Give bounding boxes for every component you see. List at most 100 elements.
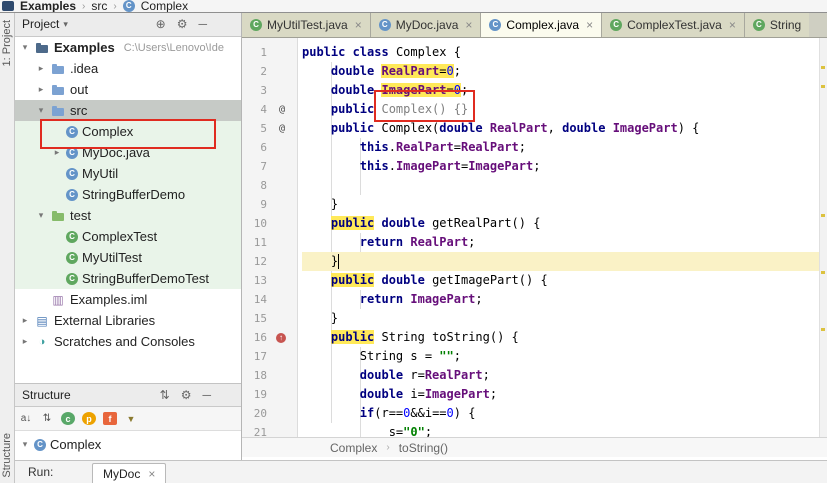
tree-item-complex[interactable]: Complex [14,121,241,142]
at-icon[interactable]: @ [272,123,292,134]
chevron-down-icon[interactable]: ▾ [20,42,30,53]
settings-gear-icon[interactable]: ⚙ [177,18,188,30]
tool-window-button-structure[interactable]: Structure [1,433,13,478]
override-icon[interactable]: ↑ [276,332,286,343]
run-tab-mydoc[interactable]: MyDoc × [92,463,167,483]
close-tab-icon[interactable]: × [465,18,472,32]
settings-gear-icon[interactable]: ⚙ [181,389,192,401]
code-line-9[interactable]: } [302,195,820,214]
tree-item-mydoc-java[interactable]: ▸ MyDoc.java [14,142,241,163]
code-line-19[interactable]: double i=ImagePart; [302,385,820,404]
code-line-6[interactable]: this.RealPart=RealPart; [302,138,820,157]
editor-tab-myutiltest-java[interactable]: MyUtilTest.java × [242,12,371,37]
editor-tab-string[interactable]: String [744,12,810,37]
code-line-16[interactable]: public String toString() { [302,328,820,347]
tree-item-idea[interactable]: ▸ .idea [14,58,241,79]
chevron-right-icon: › [82,0,86,12]
line-number: 21 [253,426,267,437]
code-line-2[interactable]: double RealPart=0; [302,62,820,81]
editor-breadcrumbs: Complex › toString() [242,437,827,457]
hide-panel-icon[interactable]: ─ [202,389,211,401]
run-tool-bar: Run: MyDoc × [14,460,827,483]
code-line-18[interactable]: double r=RealPart; [302,366,820,385]
structure-panel-content: ▾ Complex [14,431,241,460]
editor-scrollbar[interactable] [819,38,827,437]
code-line-3[interactable]: double ImagePart=0; [302,81,820,100]
chevron-right-icon[interactable]: ▸ [36,63,46,74]
text-caret [338,254,339,269]
show-fields-icon[interactable]: f [103,412,117,425]
project-panel-header: Project ▾ ⊕ ⚙ ─ [14,12,241,37]
project-panel-title[interactable]: Project [22,17,59,31]
close-tab-icon[interactable]: × [586,18,593,32]
code-line-4[interactable]: public Complex() {} [302,100,820,119]
stripe-mark [821,271,825,274]
show-classes-icon[interactable]: c [61,412,75,425]
breadcrumb-method[interactable]: toString() [399,441,448,455]
breadcrumb-item-examples[interactable]: Examples [20,0,76,12]
editor-area: MyUtilTest.java × MyDoc.java × Complex.java ×… [242,12,827,483]
tree-item-external-libraries[interactable]: ▸ External Libraries [14,310,241,331]
code-line-11[interactable]: return RealPart; [302,233,820,252]
tree-item-stringbufferdemo[interactable]: StringBufferDemo [14,184,241,205]
sort-visibility-icon[interactable]: ⇅ [40,412,54,426]
chevron-right-icon[interactable]: ▸ [52,147,62,158]
chevron-down-icon[interactable]: ▾ [20,439,30,450]
code-line-13[interactable]: public double getImagePart() { [302,271,820,290]
filter-icon[interactable]: ▼ [124,412,138,426]
breadcrumb-item-src[interactable]: src [91,0,107,12]
tree-item-examples-iml[interactable]: Examples.iml [14,289,241,310]
tree-item-myutil[interactable]: MyUtil [14,163,241,184]
tool-window-button-project[interactable]: 1: Project [1,20,13,66]
code-line-20[interactable]: if(r==0&&i==0) { [302,404,820,423]
tree-item-stringbufferdemotest[interactable]: StringBufferDemoTest [14,268,241,289]
breadcrumb-class[interactable]: Complex [330,441,377,455]
tree-item-label: ComplexTest [82,229,158,244]
structure-item-complex[interactable]: ▾ Complex [14,434,241,455]
tree-item-out[interactable]: ▸ out [14,79,241,100]
close-tab-icon[interactable]: × [355,18,362,32]
code-line-14[interactable]: return ImagePart; [302,290,820,309]
code-line-7[interactable]: this.ImagePart=ImagePart; [302,157,820,176]
editor-tab-complextest-java[interactable]: ComplexTest.java × [602,12,745,37]
sort-alpha-icon[interactable]: a↓ [19,412,33,426]
show-properties-icon[interactable]: p [82,412,96,425]
breadcrumb-item-complex[interactable]: Complex [141,0,188,12]
hide-panel-icon[interactable]: ─ [198,18,207,30]
code-line-10[interactable]: public double getRealPart() { [302,214,820,233]
class-test-icon [66,251,78,264]
code-line-15[interactable]: } [302,309,820,328]
editor-gutter: 1 2 3 4 @5 @6 7 8 9 10 11 12 13 14 15 16 ↑ 17 18 19 20 21 [242,38,298,437]
stripe-mark [821,85,825,88]
code-editor[interactable]: 1 2 3 4 @5 @6 7 8 9 10 11 12 13 14 15 16 ↑ 17 18 19 20 21 pub… [242,38,827,437]
locate-file-icon[interactable]: ⊕ [156,18,166,30]
code-line-12[interactable]: } [302,252,820,271]
code-line-17[interactable]: String s = ""; [302,347,820,366]
chevron-right-icon[interactable]: ▸ [20,315,30,326]
editor-tab-complex-java[interactable]: Complex.java × [481,12,603,37]
at-icon[interactable]: @ [272,104,292,115]
code-text[interactable]: public class Complex { double RealPart=0… [298,38,820,437]
close-tab-icon[interactable]: × [729,18,736,32]
chevron-right-icon[interactable]: ▸ [20,336,30,347]
chevron-down-icon[interactable]: ▾ [63,19,68,30]
tree-item-myutiltest[interactable]: MyUtilTest [14,247,241,268]
code-line-21[interactable]: s="0"; [302,423,820,437]
tree-item-examples[interactable]: ▾ Examples C:\Users\Lenovo\Ide [14,37,241,58]
editor-tab-mydoc-java[interactable]: MyDoc.java × [370,12,482,37]
chevron-down-icon[interactable]: ▾ [36,105,46,116]
line-number: 9 [260,198,267,211]
code-line-5[interactable]: public Complex(double RealPart, double I… [302,119,820,138]
tree-item-src[interactable]: ▾ src [14,100,241,121]
chevron-right-icon[interactable]: ▸ [36,84,46,95]
tree-item-complextest[interactable]: ComplexTest [14,226,241,247]
code-line-8[interactable] [302,176,820,195]
line-number: 14 [253,293,267,306]
code-line-1[interactable]: public class Complex { [302,43,820,62]
chevron-down-icon[interactable]: ▾ [36,210,46,221]
tree-item-scratches-and-consoles[interactable]: ▸ Scratches and Consoles [14,331,241,352]
tree-item-test[interactable]: ▾ test [14,205,241,226]
structure-panel-title[interactable]: Structure [22,388,71,402]
close-icon[interactable]: × [148,467,155,481]
sort-icon[interactable]: ⇅ [160,389,170,401]
